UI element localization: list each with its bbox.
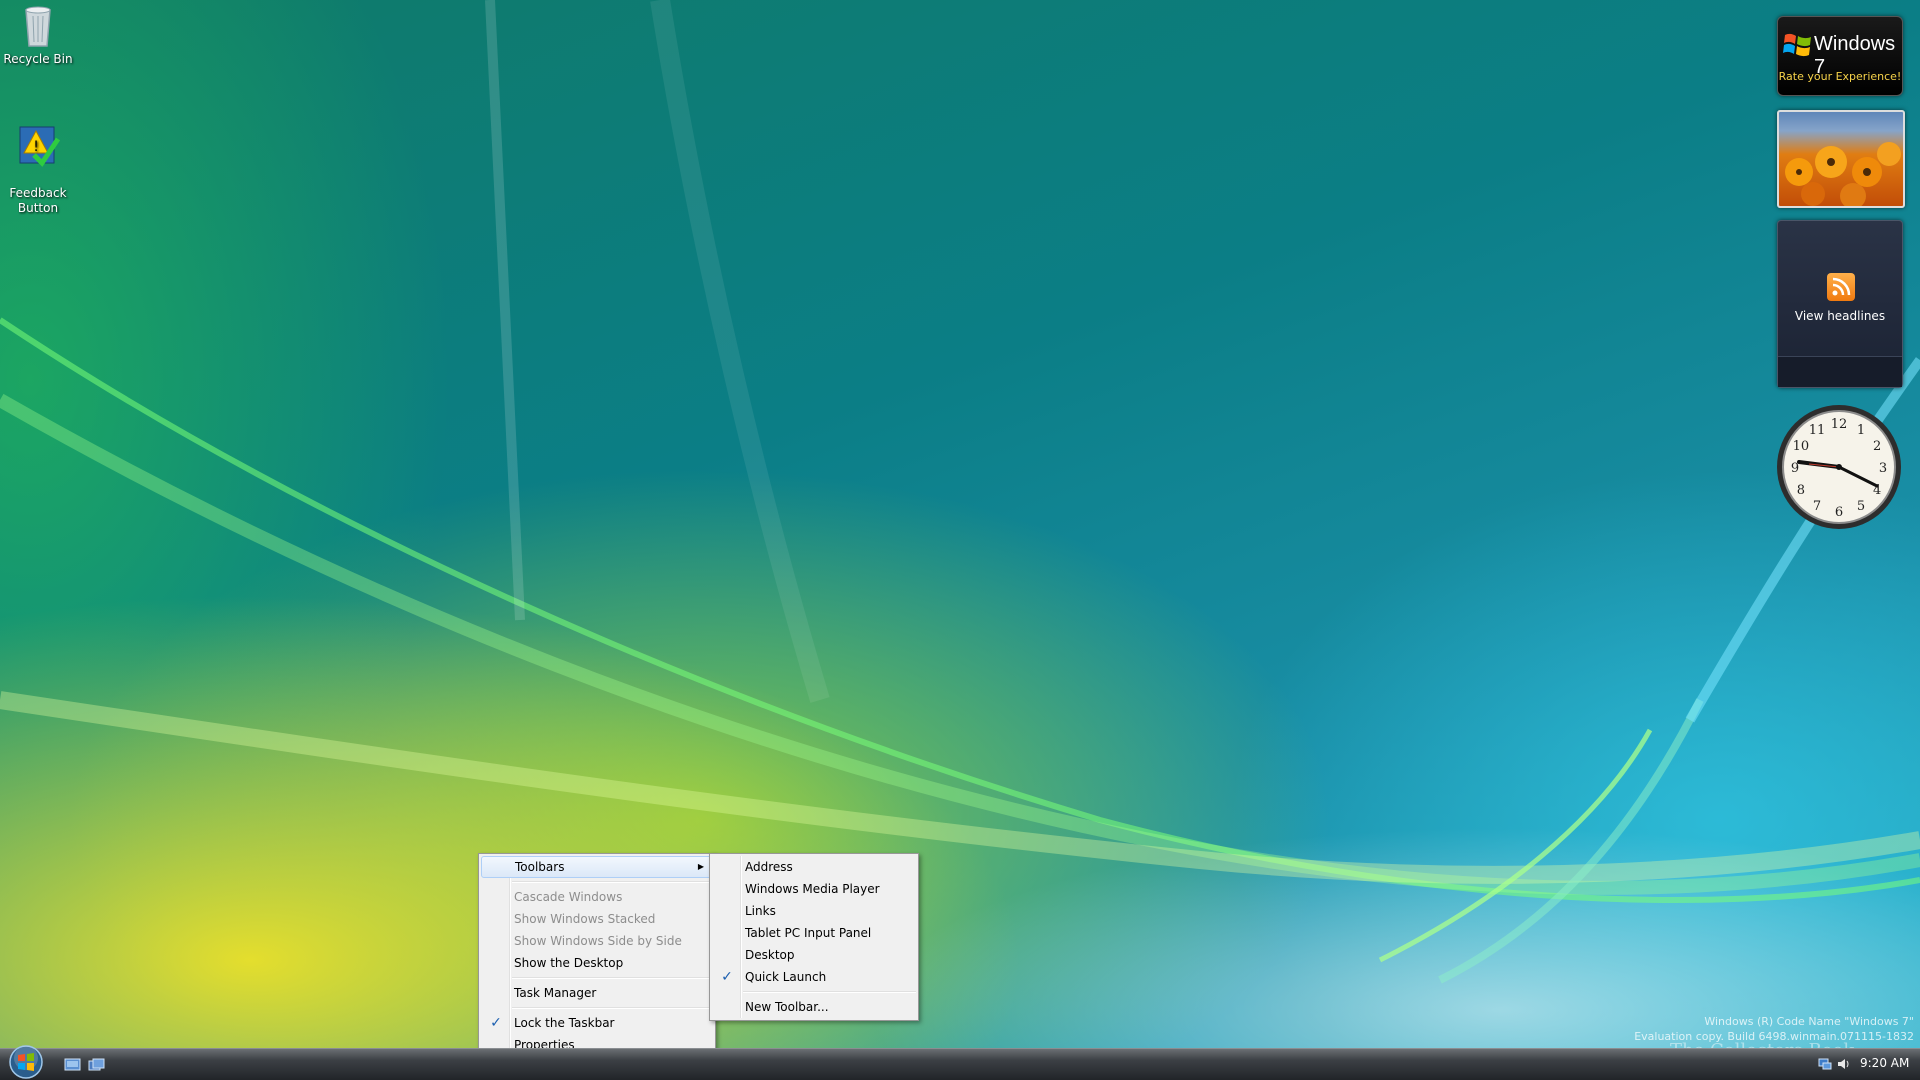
start-button[interactable] bbox=[7, 1044, 45, 1080]
show-desktop-icon[interactable] bbox=[64, 1058, 81, 1072]
menu-item-label: New Toolbar... bbox=[745, 1000, 829, 1014]
gadget-subtitle[interactable]: Rate your Experience! bbox=[1778, 70, 1902, 83]
check-icon: ✓ bbox=[490, 1015, 502, 1031]
menu-item-label: Show Windows Side by Side bbox=[514, 934, 682, 948]
menu-item-label: Desktop bbox=[745, 948, 795, 962]
clock-numeral: 1 bbox=[1857, 423, 1865, 438]
clock-gadget[interactable]: 12 1 2 3 4 5 6 7 8 9 10 11 bbox=[1774, 402, 1904, 532]
menu-item-toolbars[interactable]: Toolbars ▶ bbox=[481, 856, 713, 878]
slideshow-gadget[interactable] bbox=[1777, 110, 1905, 208]
menu-item-label: Address bbox=[745, 860, 793, 874]
windows-flag-icon bbox=[1783, 33, 1811, 57]
menu-item-windows-media-player[interactable]: Windows Media Player bbox=[712, 878, 916, 900]
menu-item-label: Windows Media Player bbox=[745, 882, 880, 896]
gadget-footer bbox=[1778, 356, 1902, 387]
clock-numeral: 10 bbox=[1793, 439, 1810, 454]
menu-item-desktop[interactable]: Desktop bbox=[712, 944, 916, 966]
clock-numeral: 8 bbox=[1797, 483, 1805, 498]
switch-windows-icon[interactable] bbox=[88, 1058, 105, 1072]
clock-numeral: 11 bbox=[1809, 423, 1826, 438]
menu-item-show-windows-stacked[interactable]: Show Windows Stacked bbox=[481, 908, 713, 930]
clock-numeral: 2 bbox=[1873, 439, 1881, 454]
taskbar-clock[interactable]: 9:20 AM bbox=[1860, 1056, 1909, 1070]
menu-item-quick-launch[interactable]: ✓ Quick Launch bbox=[712, 966, 916, 988]
menu-item-lock-taskbar[interactable]: ✓ Lock the Taskbar bbox=[481, 1012, 713, 1034]
menu-item-address[interactable]: Address bbox=[712, 856, 916, 878]
taskbar[interactable] bbox=[0, 1048, 1920, 1080]
menu-item-label: Show the Desktop bbox=[514, 956, 624, 970]
menu-separator bbox=[512, 881, 713, 883]
menu-item-label: Cascade Windows bbox=[514, 890, 623, 904]
menu-separator bbox=[512, 1007, 713, 1009]
check-icon: ✓ bbox=[721, 969, 733, 985]
clock-numeral: 12 bbox=[1831, 417, 1848, 432]
menu-item-tablet-pc-input-panel[interactable]: Tablet PC Input Panel bbox=[712, 922, 916, 944]
feed-headlines-gadget[interactable]: View headlines bbox=[1777, 220, 1903, 388]
desktop-icon-label: Feedback Button bbox=[9, 186, 67, 215]
menu-item-label: Quick Launch bbox=[745, 970, 827, 984]
menu-item-label: Show Windows Stacked bbox=[514, 912, 656, 926]
toolbars-submenu: Address Windows Media Player Links Table… bbox=[709, 853, 919, 1021]
recycle-bin-icon bbox=[25, 6, 51, 47]
menu-item-label: Toolbars bbox=[515, 860, 565, 874]
menu-item-label: Task Manager bbox=[514, 986, 597, 1000]
svg-text:!: ! bbox=[33, 139, 39, 155]
menu-item-cascade-windows[interactable]: Cascade Windows bbox=[481, 886, 713, 908]
desktop-icon-label: Recycle Bin bbox=[3, 52, 73, 66]
windows7-rating-gadget[interactable]: Windows 7 Rate your Experience! bbox=[1777, 16, 1903, 96]
taskbar-context-menu: Toolbars ▶ Cascade Windows Show Windows … bbox=[478, 853, 716, 1059]
menu-item-label: Links bbox=[745, 904, 776, 918]
menu-item-side-by-side[interactable]: Show Windows Side by Side bbox=[481, 930, 713, 952]
feedback-icon: ! bbox=[19, 126, 61, 167]
clock-numeral: 7 bbox=[1813, 499, 1821, 514]
menu-item-new-toolbar[interactable]: New Toolbar... bbox=[712, 996, 916, 1018]
submenu-arrow-icon: ▶ bbox=[697, 862, 704, 871]
menu-item-links[interactable]: Links bbox=[712, 900, 916, 922]
volume-icon[interactable] bbox=[1836, 1057, 1850, 1071]
desktop-icon-feedback-button[interactable]: ! Feedback Button bbox=[0, 106, 78, 216]
wallpaper-streaks bbox=[0, 0, 1920, 984]
clock-face: 12 1234567891011 bbox=[1777, 405, 1901, 529]
menu-item-label: Lock the Taskbar bbox=[514, 1016, 615, 1030]
clock-numeral: 5 bbox=[1857, 499, 1865, 514]
menu-separator bbox=[743, 991, 916, 993]
clock-numeral: 6 bbox=[1835, 505, 1843, 520]
menu-item-label: Tablet PC Input Panel bbox=[745, 926, 872, 940]
rss-icon bbox=[1827, 273, 1855, 301]
menu-item-show-desktop[interactable]: Show the Desktop bbox=[481, 952, 713, 974]
desktop-icon-recycle-bin[interactable]: Recycle Bin bbox=[0, 2, 78, 67]
desktop-background: Recycle Bin ! Feedback Button Windows 7 … bbox=[0, 0, 1920, 1080]
flowers-photo bbox=[1785, 142, 1901, 206]
watermark-line1: Windows (R) Code Name "Windows 7" bbox=[1704, 1015, 1914, 1028]
clock-numeral: 3 bbox=[1879, 461, 1887, 476]
view-headlines-link[interactable]: View headlines bbox=[1778, 309, 1902, 323]
menu-item-task-manager[interactable]: Task Manager bbox=[481, 982, 713, 1004]
menu-separator bbox=[512, 977, 713, 979]
network-icon[interactable] bbox=[1818, 1057, 1832, 1071]
